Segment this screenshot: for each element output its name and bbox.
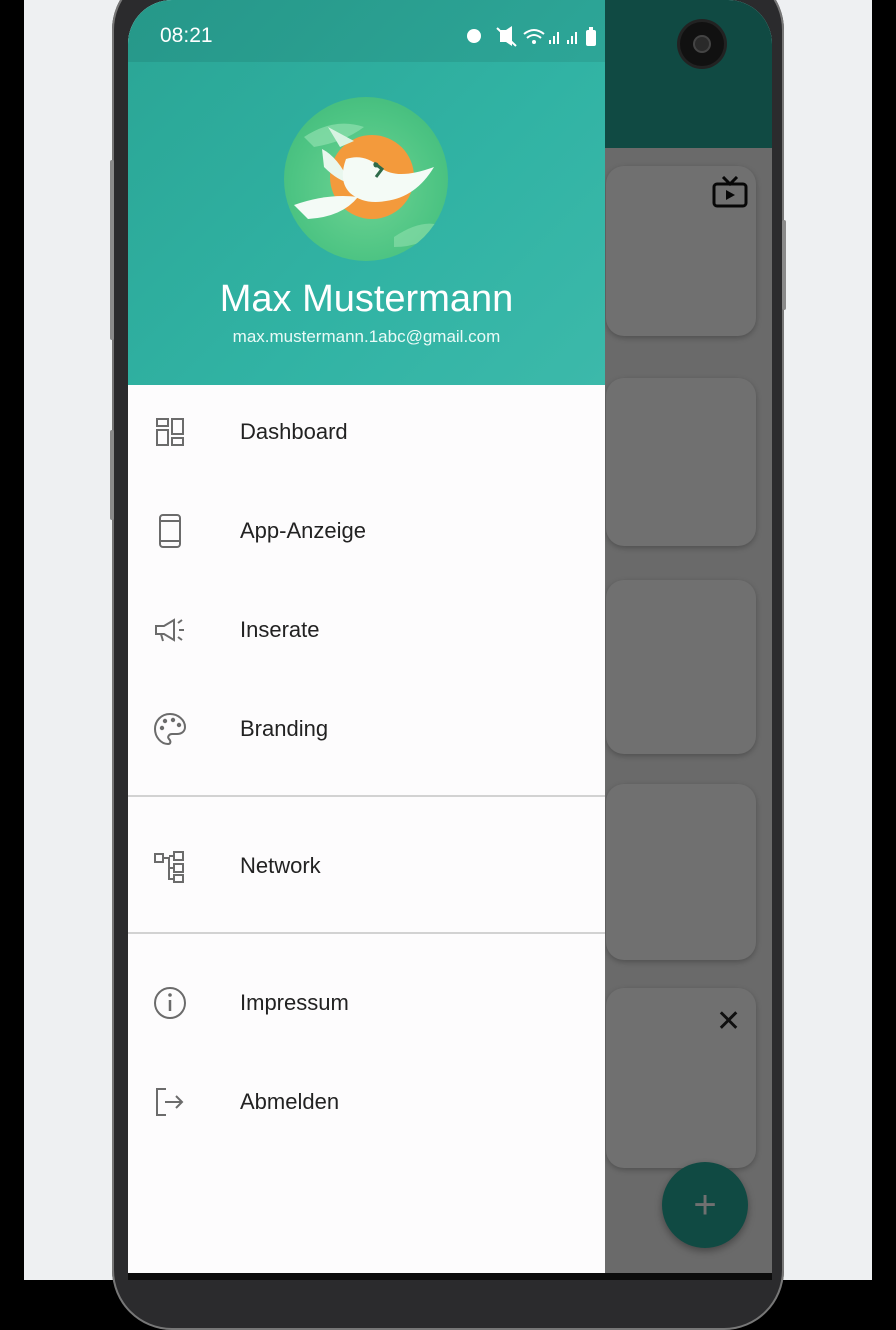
logout-icon [156,1088,184,1116]
menu-item-app-anzeige[interactable]: App-Anzeige [128,489,605,569]
navigation-drawer: 08:21 Max Mustermann max.mustermann.1abc… [128,0,605,1274]
palette-icon [153,712,187,746]
network-icon [154,851,184,883]
menu-label: Abmelden [240,1089,340,1114]
phone-icon [159,514,181,548]
menu-divider [128,795,605,797]
menu-item-network[interactable]: Network [128,824,605,904]
menu-item-inserate[interactable]: Inserate [128,588,605,668]
front-camera [680,22,724,66]
status-icon-row [467,26,596,47]
drawer-header: 08:21 Max Mustermann max.mustermann.1abc… [128,0,605,385]
menu-label: Impressum [240,990,349,1015]
menu-item-impressum[interactable]: Impressum [128,961,605,1041]
phone-side-button [110,160,114,340]
info-icon [154,987,186,1019]
dashboard-icon [156,418,184,446]
menu-label: Network [240,853,321,878]
dove-logo [294,123,444,247]
profile-email: max.mustermann.1abc@gmail.com [232,327,501,346]
profile-name: Max Mustermann [219,278,514,320]
status-icons [464,24,604,53]
profile-avatar[interactable] [284,97,448,261]
menu-item-dashboard[interactable]: Dashboard [128,390,605,470]
menu-label: App-Anzeige [240,518,366,543]
menu-item-abmelden[interactable]: Abmelden [128,1060,605,1140]
phone-side-button [110,430,114,520]
menu-label: Dashboard [240,419,348,444]
phone-screen: ✕ + 08:21 [128,0,772,1280]
status-time: 08:21 [160,24,213,47]
megaphone-icon [155,618,184,642]
menu-item-branding[interactable]: Branding [128,687,605,767]
phone-power-button [782,220,786,310]
menu-label: Branding [240,716,329,741]
menu-label: Inserate [240,617,320,642]
bottom-bar [128,1273,772,1280]
status-bar: 08:21 [128,0,605,62]
menu-divider [128,932,605,934]
